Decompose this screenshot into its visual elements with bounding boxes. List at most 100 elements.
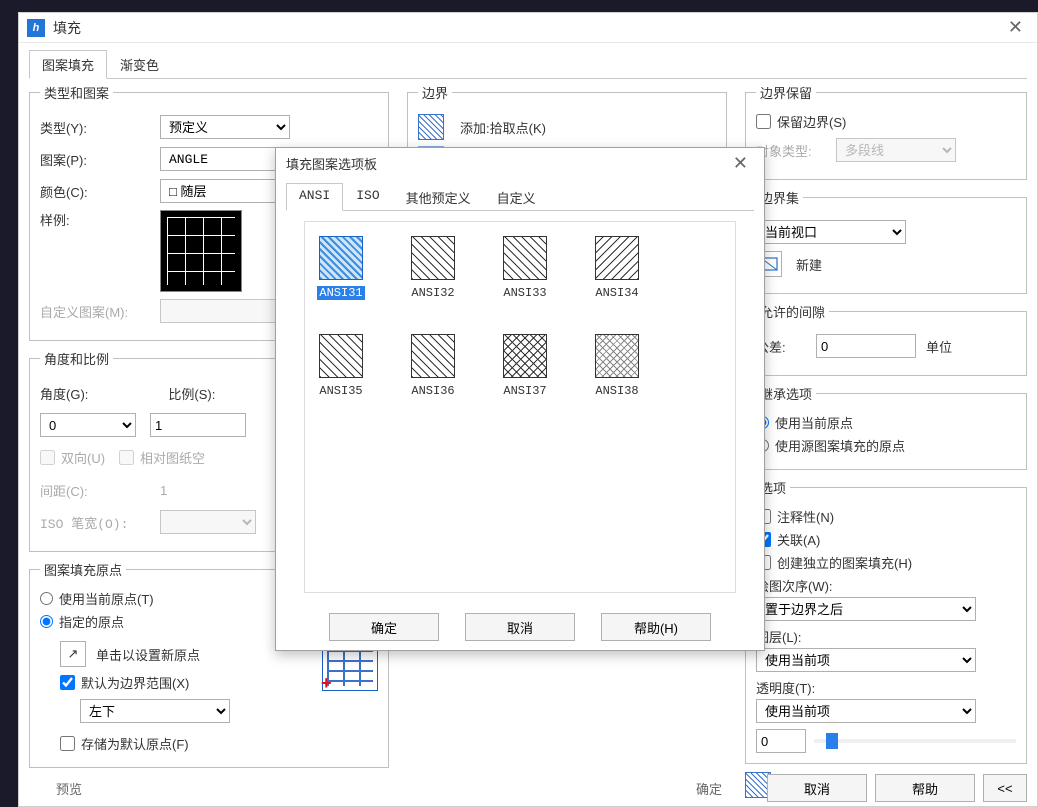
obj-type-label: 对象类型: bbox=[756, 141, 836, 160]
inherit-group: 继承选项 使用当前原点 使用源图案填充的原点 bbox=[745, 384, 1027, 470]
spacing-value: 1 bbox=[160, 483, 167, 498]
type-label: 类型(Y): bbox=[40, 118, 160, 137]
hatch-icon bbox=[595, 334, 639, 378]
palette-cancel-button[interactable]: 取消 bbox=[465, 613, 575, 641]
obj-type-select: 多段线 bbox=[836, 138, 956, 162]
preview-button[interactable]: 预览 bbox=[29, 774, 109, 802]
pattern-label: ANSI36 bbox=[411, 384, 454, 398]
annotative-label: 注释性(N) bbox=[777, 507, 834, 526]
sample-swatch[interactable] bbox=[160, 210, 242, 292]
cancel-button-main[interactable]: 取消 bbox=[767, 774, 867, 802]
custom-pattern-label: 自定义图案(M): bbox=[40, 302, 160, 321]
tab-gradient[interactable]: 渐变色 bbox=[107, 50, 172, 79]
tolerance-input[interactable] bbox=[816, 334, 916, 358]
transparency-slider[interactable] bbox=[814, 739, 1016, 743]
transparency-num-input[interactable] bbox=[756, 729, 806, 753]
custom-pattern-select bbox=[160, 299, 290, 323]
options-group: 选项 注释性(N) 关联(A) 创建独立的图案填充(H) 绘图次序(W): 置于… bbox=[745, 478, 1027, 764]
keep-boundary-checkbox[interactable] bbox=[756, 114, 771, 129]
close-icon[interactable]: ✕ bbox=[1002, 17, 1029, 38]
pattern-label: ANSI31 bbox=[317, 286, 364, 300]
palette-close-icon[interactable]: ✕ bbox=[727, 153, 754, 174]
pattern-label: ANSI38 bbox=[595, 384, 638, 398]
specified-origin-radio[interactable] bbox=[40, 615, 53, 628]
spacing-label: 间距(C): bbox=[40, 481, 160, 500]
separate-label: 创建独立的图案填充(H) bbox=[777, 553, 912, 572]
angle-select[interactable]: 0 bbox=[40, 413, 136, 437]
use-current-origin-label: 使用当前原点(T) bbox=[59, 589, 154, 608]
specified-origin-label: 指定的原点 bbox=[59, 612, 124, 631]
bidir-label: 双向(U) bbox=[61, 448, 105, 467]
viewport-select[interactable]: 当前视口 bbox=[756, 220, 906, 244]
sample-label: 样例: bbox=[40, 210, 160, 229]
iso-penwidth-select bbox=[160, 510, 256, 534]
tolerance-unit: 单位 bbox=[926, 337, 952, 356]
ok-button-main[interactable]: 确定 bbox=[659, 774, 759, 802]
pattern-select[interactable]: ANGLE bbox=[160, 147, 290, 171]
use-current-origin-radio[interactable] bbox=[40, 592, 53, 605]
type-pattern-legend: 类型和图案 bbox=[40, 83, 113, 102]
tab-hatch[interactable]: 图案填充 bbox=[29, 50, 107, 79]
store-default-checkbox[interactable] bbox=[60, 736, 75, 751]
layer-label: 图层(L): bbox=[756, 627, 1016, 646]
scale-input[interactable] bbox=[150, 413, 246, 437]
pattern-label: 图案(P): bbox=[40, 150, 160, 169]
palette-tab-ansi[interactable]: ANSI bbox=[286, 183, 343, 211]
palette-help-button[interactable]: 帮助(H) bbox=[601, 613, 711, 641]
new-boundary-label[interactable]: 新建 bbox=[796, 255, 822, 274]
pattern-ansi31[interactable]: ANSI31 bbox=[315, 236, 367, 300]
layer-select[interactable]: 使用当前项 bbox=[756, 648, 976, 672]
pattern-grid: ANSI31 ANSI32 ANSI33 ANSI34 ANSI35 ANSI3… bbox=[304, 221, 736, 593]
pattern-ansi33[interactable]: ANSI33 bbox=[499, 236, 551, 300]
boundary-keep-group: 边界保留 保留边界(S) 对象类型: 多段线 bbox=[745, 83, 1027, 180]
pattern-label: ANSI37 bbox=[503, 384, 546, 398]
pick-point-icon[interactable] bbox=[418, 114, 444, 140]
origin-legend: 图案填充原点 bbox=[40, 560, 126, 579]
collapse-button[interactable]: << bbox=[983, 774, 1027, 802]
inherit-source-label: 使用源图案填充的原点 bbox=[775, 436, 905, 455]
hatch-icon bbox=[411, 334, 455, 378]
pattern-ansi38[interactable]: ANSI38 bbox=[591, 334, 643, 398]
keep-boundary-label: 保留边界(S) bbox=[777, 112, 846, 131]
palette-ok-button[interactable]: 确定 bbox=[329, 613, 439, 641]
paper-rel-label: 相对图纸空 bbox=[140, 448, 205, 467]
angle-label: 角度(G): bbox=[40, 384, 88, 403]
paper-rel-checkbox bbox=[119, 450, 134, 465]
transparency-select[interactable]: 使用当前项 bbox=[756, 699, 976, 723]
pattern-ansi37[interactable]: ANSI37 bbox=[499, 334, 551, 398]
angle-scale-legend: 角度和比例 bbox=[40, 349, 113, 368]
draw-order-select[interactable]: 置于边界之后 bbox=[756, 597, 976, 621]
palette-tab-custom[interactable]: 自定义 bbox=[484, 183, 549, 211]
draw-order-label: 绘图次序(W): bbox=[756, 576, 1016, 595]
help-button-main[interactable]: 帮助 bbox=[875, 774, 975, 802]
palette-tab-iso[interactable]: ISO bbox=[343, 183, 392, 211]
bidir-checkbox bbox=[40, 450, 55, 465]
pattern-label: ANSI32 bbox=[411, 286, 454, 300]
boundary-keep-legend: 边界保留 bbox=[756, 83, 816, 102]
default-extent-checkbox[interactable] bbox=[60, 675, 75, 690]
add-pick-label[interactable]: 添加:拾取点(K) bbox=[460, 118, 546, 137]
tolerance-label: 公差: bbox=[756, 337, 816, 356]
type-select[interactable]: 预定义 bbox=[160, 115, 290, 139]
color-label: 颜色(C): bbox=[40, 182, 160, 201]
pattern-ansi35[interactable]: ANSI35 bbox=[315, 334, 367, 398]
pattern-ansi32[interactable]: ANSI32 bbox=[407, 236, 459, 300]
boundary-set-group: 边界集 当前视口 新建 bbox=[745, 188, 1027, 294]
palette-titlebar: 填充图案选项板 ✕ bbox=[276, 148, 764, 178]
pattern-label: ANSI35 bbox=[319, 384, 362, 398]
hatch-icon bbox=[411, 236, 455, 280]
pattern-ansi34[interactable]: ANSI34 bbox=[591, 236, 643, 300]
store-default-label: 存储为默认原点(F) bbox=[81, 734, 189, 753]
hatch-icon bbox=[319, 334, 363, 378]
color-select[interactable]: □ 随层 bbox=[160, 179, 290, 203]
origin-position-select[interactable]: 左下 bbox=[80, 699, 230, 723]
iso-penwidth-label: ISO 笔宽(O): bbox=[40, 513, 160, 532]
palette-tab-other[interactable]: 其他预定义 bbox=[393, 183, 484, 211]
slider-thumb[interactable] bbox=[826, 733, 838, 749]
set-origin-icon[interactable]: ↗ bbox=[60, 641, 86, 667]
palette-dialog: 填充图案选项板 ✕ ANSI ISO 其他预定义 自定义 ANSI31 ANSI… bbox=[275, 147, 765, 651]
main-tabs: 图案填充 渐变色 bbox=[29, 49, 1027, 79]
pattern-label: ANSI34 bbox=[595, 286, 638, 300]
default-extent-label: 默认为边界范围(X) bbox=[81, 673, 189, 692]
pattern-ansi36[interactable]: ANSI36 bbox=[407, 334, 459, 398]
